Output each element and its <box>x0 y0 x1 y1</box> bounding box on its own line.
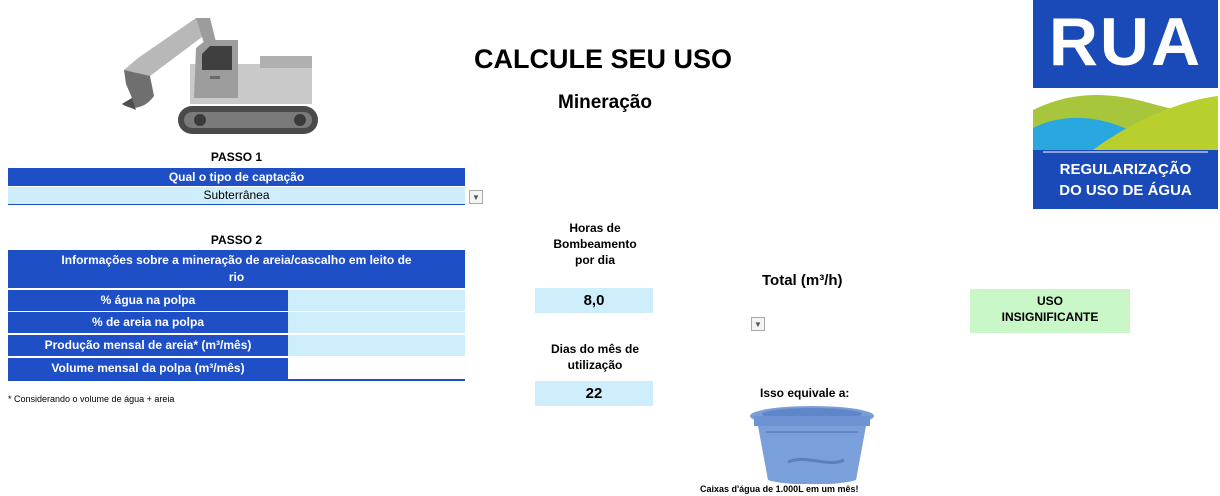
step2-header: Informações sobre a mineração de areia/c… <box>8 250 465 288</box>
capture-type-select[interactable]: Subterrânea <box>8 187 465 205</box>
days-label-line1: Dias do mês de <box>550 342 640 356</box>
days-input[interactable]: 22 <box>535 381 653 406</box>
step2-header-line1: Informações sobre a mineração de areia/c… <box>61 253 412 267</box>
footnote: * Considerando o volume de água + areia <box>8 394 175 404</box>
result-line2: INSIGNIFICANTE <box>1001 310 1099 324</box>
rua-logo: RUA REGULARIZAÇÃO DO USO DE ÁGUA <box>1033 0 1218 209</box>
water-percent-label: % água na polpa <box>8 290 288 311</box>
result-badge: USO INSIGNIFICANTE <box>970 289 1130 333</box>
hours-input[interactable]: 8,0 <box>535 288 653 313</box>
dropdown-arrow-icon[interactable]: ▼ <box>469 190 483 204</box>
hours-label-line3: por dia <box>574 253 615 267</box>
total-dropdown-arrow-icon[interactable]: ▼ <box>751 317 765 331</box>
water-percent-input[interactable] <box>288 290 465 311</box>
step1-question: Qual o tipo de captação <box>8 168 465 186</box>
sand-production-input[interactable] <box>288 335 465 356</box>
step1-label: PASSO 1 <box>210 150 263 164</box>
logo-tagline-1: REGULARIZAÇÃO <box>1059 161 1192 178</box>
logo-name: RUA <box>1048 4 1203 80</box>
days-label: Dias do mês de utilização <box>520 341 670 373</box>
equivalence-label: Isso equivale a: <box>760 386 850 400</box>
page-subtitle: Mineração <box>558 92 652 113</box>
days-label-line2: utilização <box>567 358 623 372</box>
step2-label: PASSO 2 <box>210 233 263 247</box>
result-line1: USO <box>1036 294 1063 308</box>
page-title: CALCULE SEU USO <box>473 44 733 74</box>
pulp-volume-label: Volume mensal da polpa (m³/mês) <box>8 358 288 379</box>
hours-label: Horas de Bombeamento por dia <box>520 220 670 268</box>
logo-tagline-2: DO USO DE ÁGUA <box>1059 182 1192 199</box>
sand-percent-input[interactable] <box>288 312 465 333</box>
excavator-icon <box>122 18 318 134</box>
sand-percent-label: % de areia na polpa <box>8 312 288 333</box>
step2-bottom-border <box>8 379 465 381</box>
hours-label-line1: Horas de <box>569 221 621 235</box>
step2-header-line2: rio <box>228 270 245 284</box>
equivalence-caption: Caixas d'água de 1.000L em um mês! <box>700 484 859 494</box>
total-label: Total (m³/h) <box>762 272 843 289</box>
pulp-volume-value <box>288 358 465 379</box>
hours-label-line2: Bombeamento <box>553 237 637 251</box>
sand-production-label: Produção mensal de areia* (m³/mês) <box>8 335 288 356</box>
water-tank-icon <box>750 406 874 484</box>
